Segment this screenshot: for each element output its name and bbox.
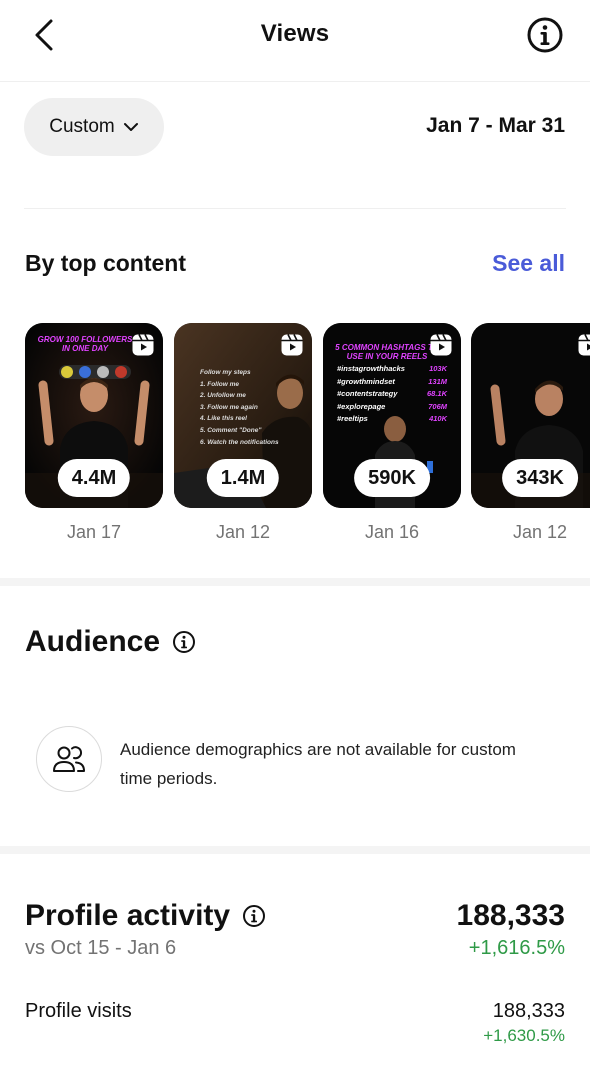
hashtag-row: #instagrowthhacks 103K	[337, 364, 447, 373]
hashtag-row: #explorepage 706M	[337, 401, 447, 411]
audience-heading: Audience	[25, 625, 196, 659]
reel-thumbnail: GROW 100 FOLLOWERS IN ONE DAY 4.4M	[25, 323, 163, 508]
info-icon[interactable]	[172, 630, 196, 654]
content-card[interactable]: Follow my steps 1. Follow me 2. Unfollow…	[174, 323, 312, 543]
view-count-badge: 343K	[502, 459, 578, 497]
view-count-badge: 1.4M	[206, 459, 280, 497]
content-card[interactable]: 5 COMMON HASHTAGS TO USE IN YOUR REELS #…	[323, 323, 461, 543]
info-button[interactable]	[526, 16, 564, 54]
overlay-line: 3. Follow me again	[200, 403, 258, 411]
reel-thumbnail: 343K	[471, 323, 590, 508]
card-date: Jan 16	[364, 522, 420, 542]
view-count-badge: 4.4M	[57, 459, 131, 497]
date-filter-row: Custom Jan 7 - Mar 31	[0, 98, 590, 156]
reels-icon	[430, 334, 452, 356]
profile-activity-total: 188,333	[456, 899, 565, 932]
reel-thumbnail: Follow my steps 1. Follow me 2. Unfollow…	[174, 323, 312, 508]
profile-visits-label: Profile visits	[25, 1000, 132, 1022]
reel-overlay-steps: Follow my steps 1. Follow me 2. Unfollow…	[200, 367, 279, 448]
comparison-period: vs Oct 15 - Jan 6	[25, 937, 177, 959]
hashtag-list: #instagrowthhacks 103K #growthmindset 131M…	[337, 363, 447, 426]
audience-demographics-icon	[36, 726, 102, 792]
people-icon	[53, 746, 85, 772]
hashtag-row: #contentstrategy 68.1K	[337, 389, 447, 399]
period-dropdown[interactable]: Custom	[24, 98, 164, 156]
audience-unavailable-message: Audience demographics are not available …	[120, 740, 516, 788]
overlay-line: 5. Comment "Done"	[200, 426, 262, 434]
card-date: Jan 12	[512, 522, 568, 542]
content-card[interactable]: 343K Jan 12	[471, 323, 590, 543]
reels-icon	[578, 334, 590, 356]
top-content-heading: By top content	[25, 250, 186, 276]
overlay-line: 4. Like this reel	[200, 415, 247, 423]
info-icon	[527, 17, 563, 53]
reels-icon	[132, 334, 154, 356]
overlay-line: 1. Follow me	[200, 380, 240, 388]
reels-icon	[281, 334, 303, 356]
info-icon[interactable]	[242, 904, 266, 928]
overlay-line: Follow my steps	[200, 369, 251, 376]
card-date: Jan 17	[66, 522, 122, 542]
top-bar: Views	[0, 0, 590, 82]
profile-activity-heading: Profile activity	[25, 899, 266, 933]
profile-visits-value: 188,333	[492, 1000, 565, 1022]
divider	[24, 208, 566, 209]
period-label: Custom	[49, 116, 115, 137]
reel-overlay-title: 5 COMMON HASHTAGS TO USE IN YOUR REELS	[335, 343, 439, 361]
hashtag-row: #growthmindset 131M	[337, 376, 447, 386]
see-all-link[interactable]: See all	[492, 250, 565, 277]
date-range: Jan 7 - Mar 31	[426, 114, 565, 137]
section-divider	[0, 846, 590, 854]
profile-activity-title: Profile activity	[25, 899, 231, 932]
reel-thumbnail: 5 COMMON HASHTAGS TO USE IN YOUR REELS #…	[323, 323, 461, 508]
view-count-badge: 590K	[354, 459, 430, 497]
audience-title: Audience	[25, 625, 161, 658]
chevron-down-icon	[123, 123, 138, 131]
profile-visits-change: +1,630.5%	[483, 1026, 565, 1045]
content-card[interactable]: GROW 100 FOLLOWERS IN ONE DAY 4.4M Jan 1…	[25, 323, 163, 543]
page-title: Views	[260, 20, 330, 47]
top-content-carousel[interactable]: GROW 100 FOLLOWERS IN ONE DAY 4.4M Jan 1…	[0, 323, 590, 553]
hashtag-row: #reeltips 410K	[337, 414, 447, 424]
card-date: Jan 12	[215, 522, 271, 542]
overlay-line: 6. Watch the notifications	[200, 438, 279, 446]
profile-activity-change: +1,616.5%	[468, 937, 565, 959]
section-divider	[0, 578, 590, 586]
overlay-line: 2. Unfollow me	[200, 392, 246, 400]
reel-overlay-title: GROW 100 FOLLOWERS IN ONE DAY	[37, 335, 133, 353]
